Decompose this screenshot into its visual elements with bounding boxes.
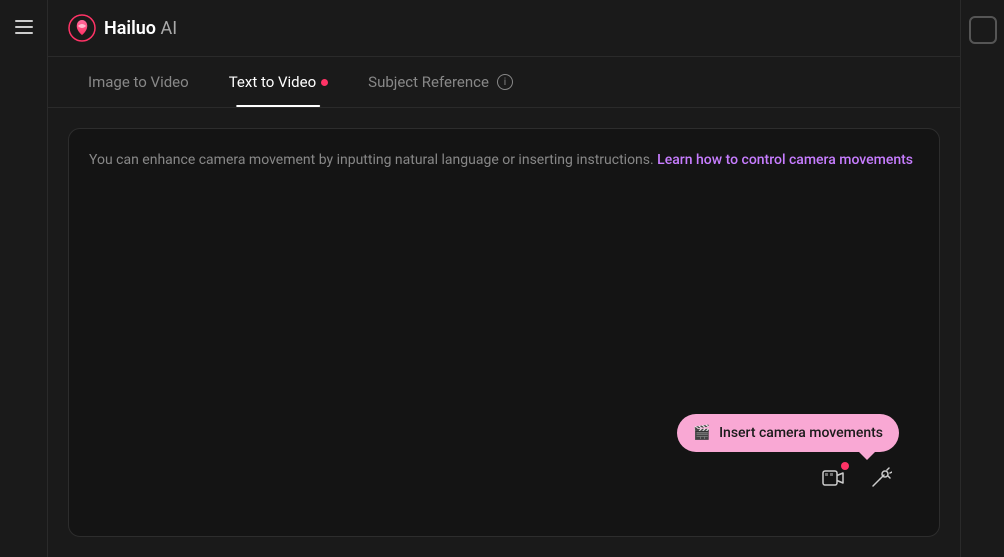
panel-toggle-button[interactable] (969, 16, 997, 44)
camera-movements-icon: 🎬 (693, 424, 711, 442)
edit-button[interactable] (863, 460, 899, 496)
app-header: Hailuo AI (48, 0, 960, 57)
tab-dot (321, 79, 328, 86)
camera-button-container: 🎬 Insert camera movements (677, 414, 899, 496)
hamburger-menu[interactable] (11, 16, 37, 38)
input-toolbar: 🎬 Insert camera movements (677, 414, 899, 496)
info-icon[interactable]: i (497, 74, 513, 90)
sidebar (0, 0, 48, 557)
video-badge (841, 462, 849, 470)
nav-tabs: Image to Video Text to Video Subject Ref… (48, 57, 960, 108)
insert-camera-tooltip[interactable]: 🎬 Insert camera movements (677, 414, 899, 452)
right-panel (960, 0, 1004, 557)
content-area: You can enhance camera movement by input… (48, 108, 960, 557)
film-icon (822, 467, 844, 489)
tab-text-to-video[interactable]: Text to Video (209, 57, 348, 107)
insert-video-button[interactable] (815, 460, 851, 496)
toolbar-icons (815, 460, 899, 496)
tab-subject-reference[interactable]: Subject Reference i (348, 57, 533, 107)
logo-icon (68, 14, 96, 42)
logo: Hailuo AI (68, 14, 177, 42)
wand-icon (870, 467, 892, 489)
tab-image-to-video[interactable]: Image to Video (68, 57, 209, 107)
app-name: Hailuo AI (104, 18, 177, 39)
main-content: Hailuo AI Image to Video Text to Video S… (48, 0, 960, 557)
hint-text: You can enhance camera movement by input… (89, 149, 919, 171)
hint-link[interactable]: Learn how to control camera movements (657, 152, 913, 168)
text-input-area[interactable]: You can enhance camera movement by input… (68, 128, 940, 537)
